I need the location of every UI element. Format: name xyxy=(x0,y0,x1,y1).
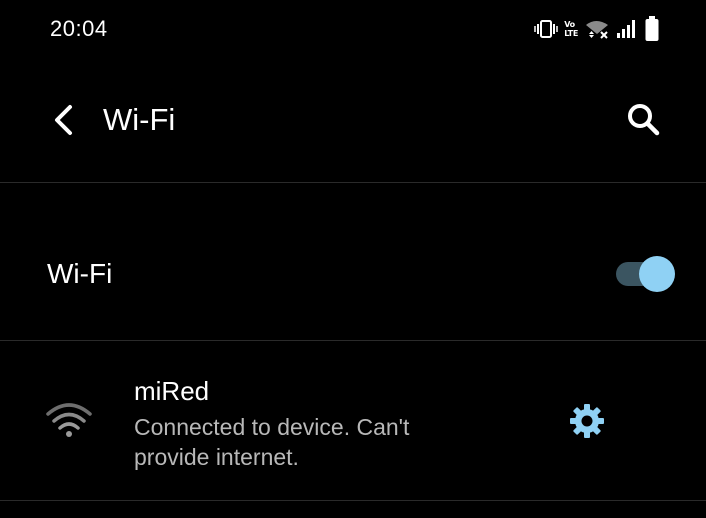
vibrate-icon xyxy=(534,19,558,39)
status-bar: 20:04 Vo LTE xyxy=(0,0,706,58)
wifi-toggle-row[interactable]: Wi-Fi xyxy=(0,184,706,340)
chevron-left-icon xyxy=(52,104,76,141)
volte-line2: LTE xyxy=(564,29,578,38)
network-name: miRed xyxy=(134,376,210,406)
volte-icon: Vo LTE xyxy=(564,20,578,38)
status-time: 20:04 xyxy=(50,16,108,41)
wifi-signal-icon xyxy=(46,402,92,440)
cellular-signal-icon xyxy=(616,19,638,39)
divider xyxy=(0,500,706,501)
page-title: Wi-Fi xyxy=(103,102,176,137)
search-icon xyxy=(626,102,660,141)
search-button[interactable] xyxy=(618,96,668,146)
gear-icon xyxy=(569,403,605,444)
volte-line1: Vo xyxy=(564,20,575,29)
switch-thumb xyxy=(639,256,675,292)
wifi-toggle-label: Wi-Fi xyxy=(47,258,113,289)
network-status-line1: Connected to device. Can't xyxy=(134,414,410,440)
wifi-switch[interactable] xyxy=(614,256,678,292)
divider xyxy=(0,182,706,183)
network-status-line2: provide internet. xyxy=(134,444,299,470)
network-item-mired[interactable]: miRed Connected to device. Can't provide… xyxy=(0,342,706,500)
status-icons: Vo LTE xyxy=(534,14,660,44)
battery-icon xyxy=(644,16,660,42)
divider xyxy=(0,340,706,341)
network-settings-button[interactable] xyxy=(564,400,610,446)
app-bar: Wi-Fi xyxy=(0,58,706,182)
wifi-no-internet-icon xyxy=(584,18,610,40)
network-status: Connected to device. Can't provide inter… xyxy=(134,412,474,472)
back-button[interactable] xyxy=(40,98,88,146)
wifi-settings-screen: 20:04 Vo LTE Wi-Fi Wi-Fi miRed Connected… xyxy=(0,0,706,518)
